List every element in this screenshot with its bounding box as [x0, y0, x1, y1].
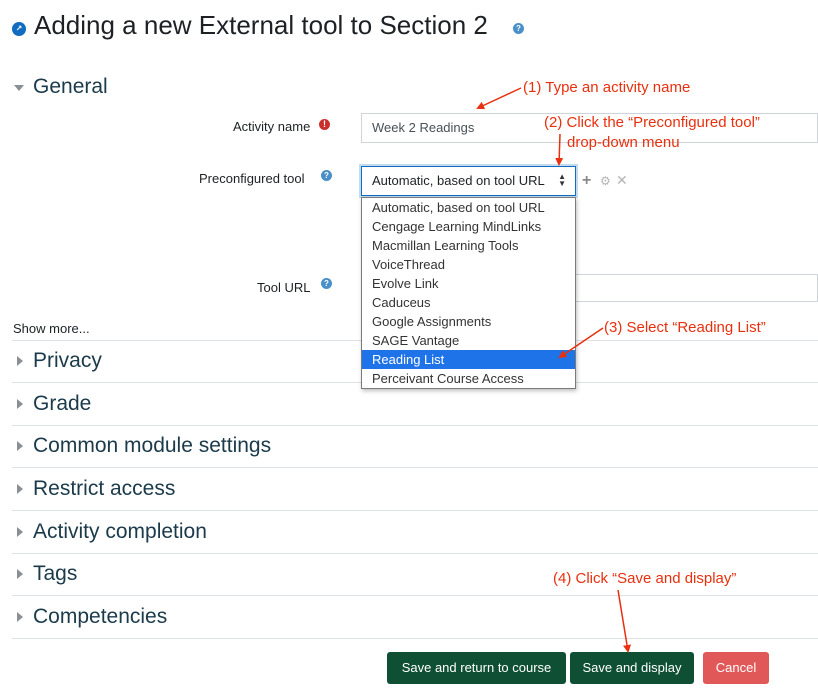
- arrow-step-3: [558, 327, 604, 359]
- arrow-step-4: [617, 589, 631, 653]
- arrow-step-1: [476, 87, 522, 110]
- annotation-arrows: [476, 87, 631, 653]
- arrow-step-2: [555, 133, 564, 166]
